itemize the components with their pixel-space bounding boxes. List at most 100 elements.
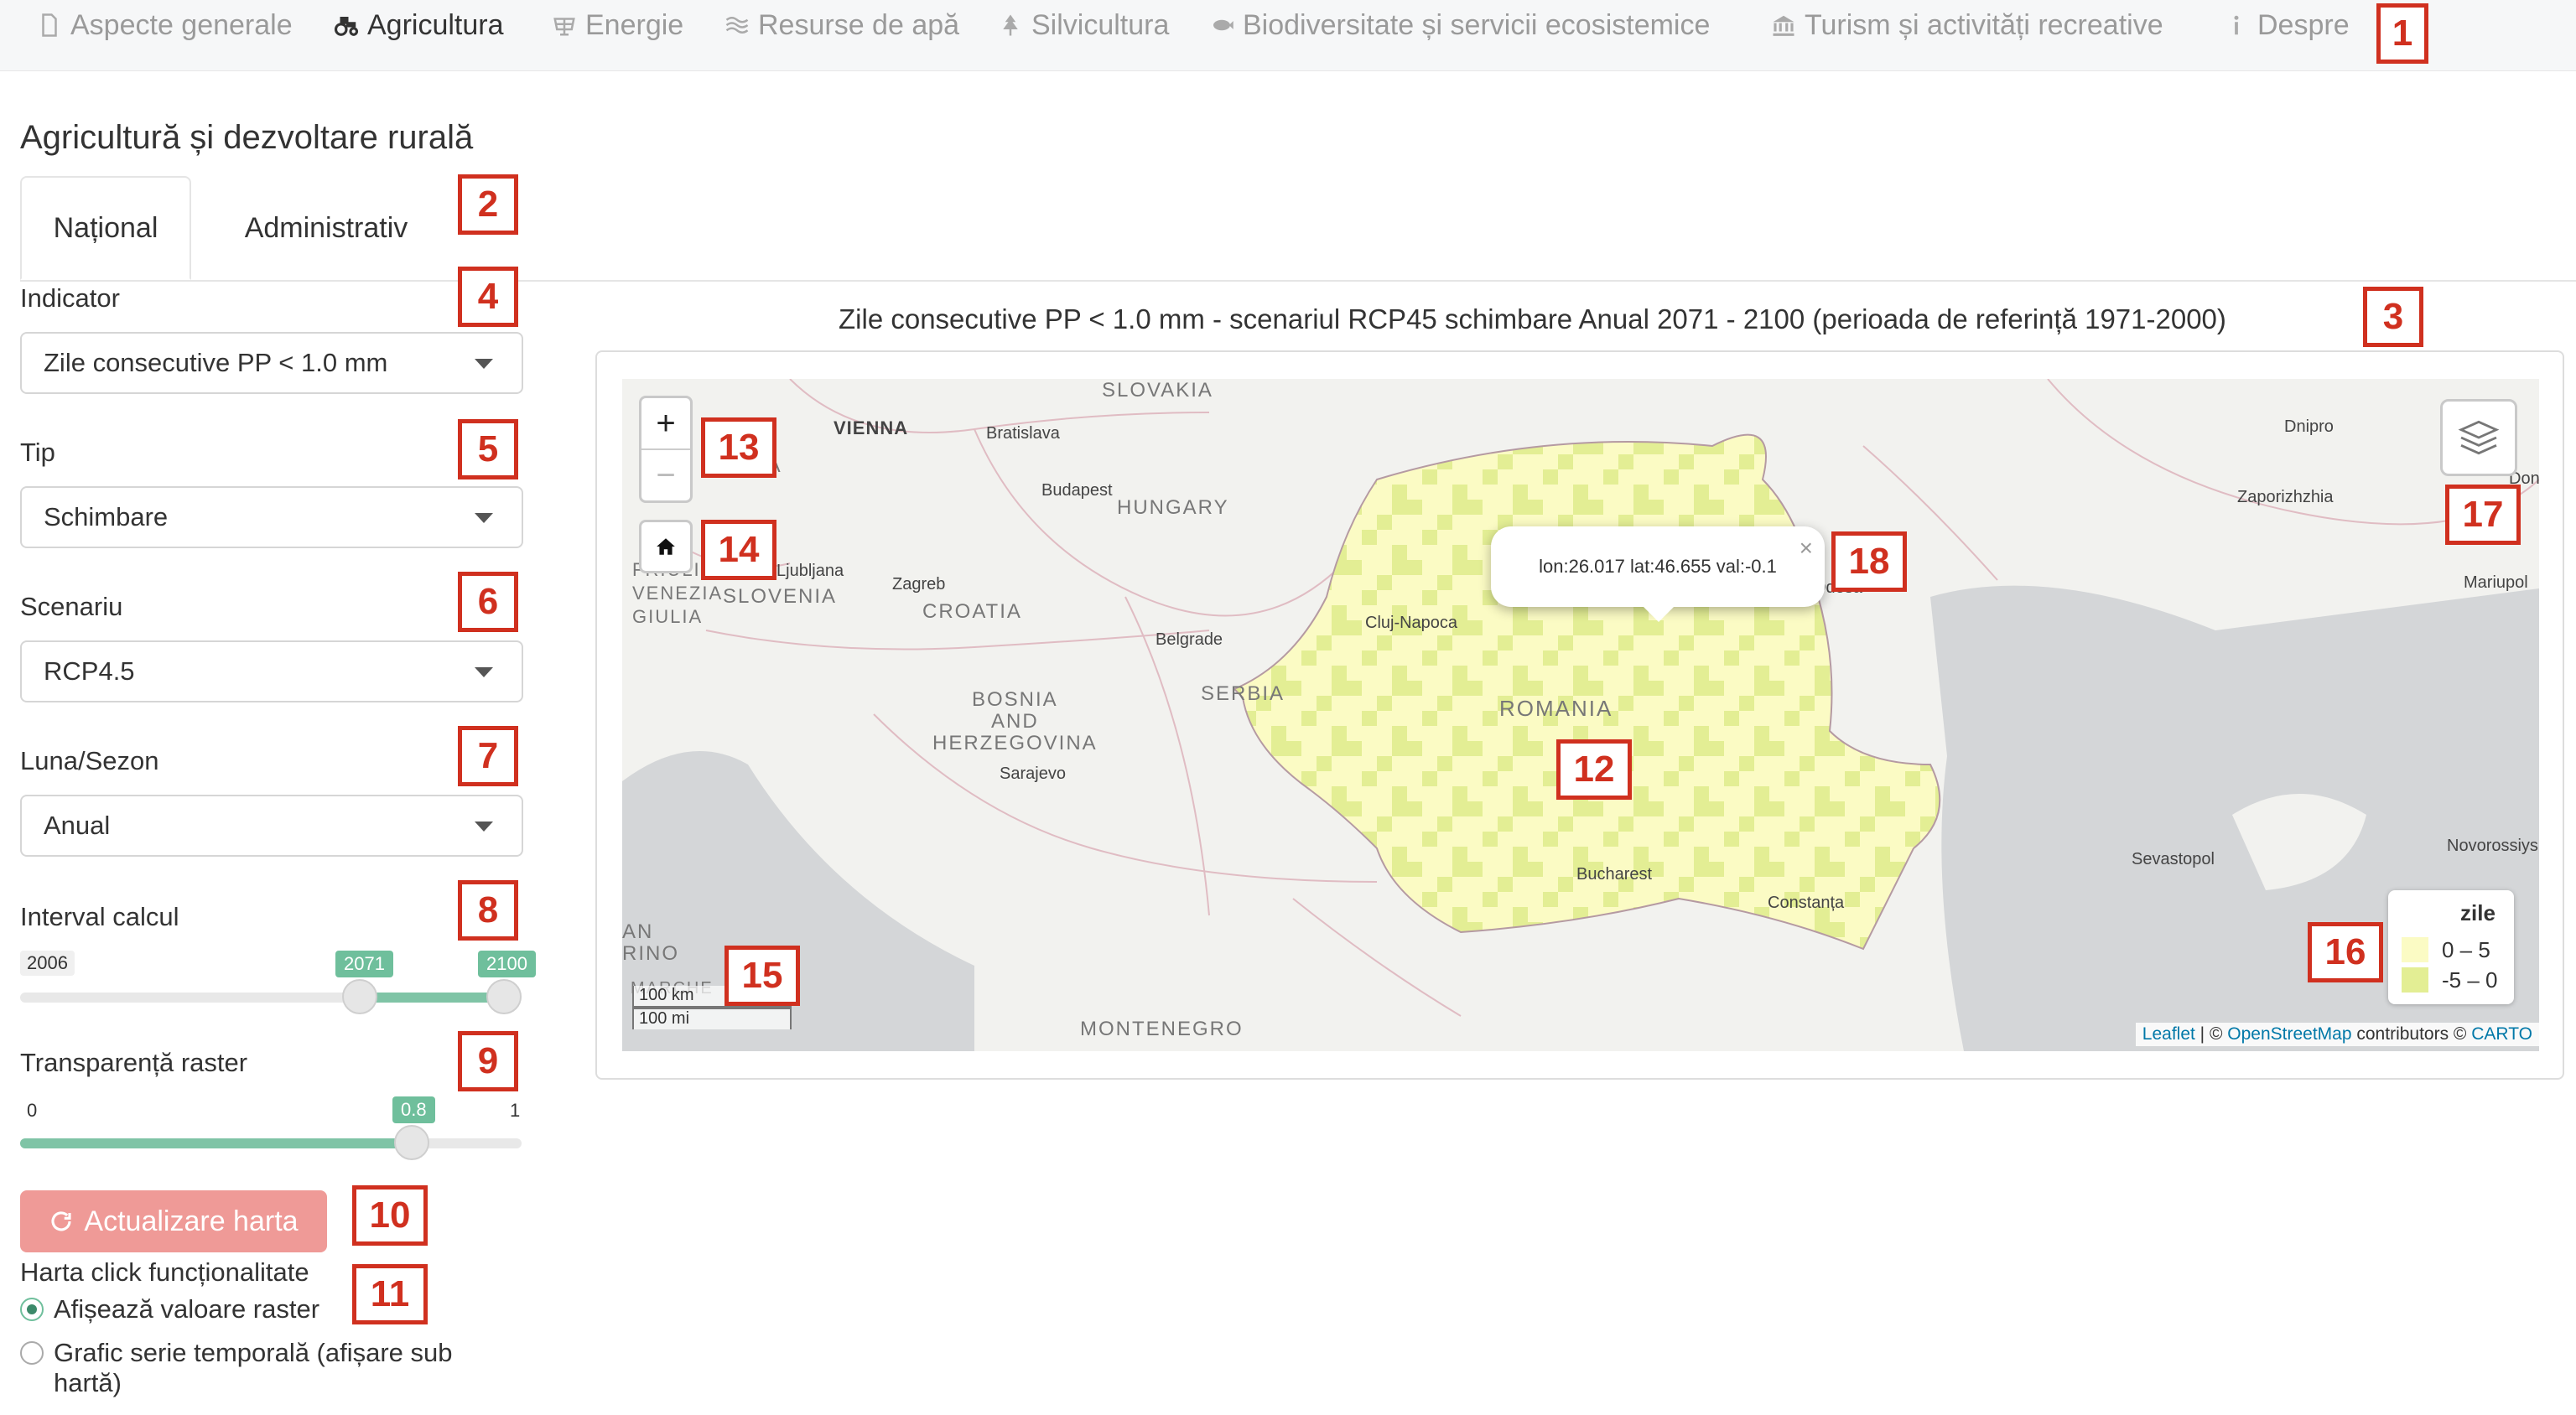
map-label-an: AN — [622, 920, 654, 943]
tab-administrativ[interactable]: Administrativ — [196, 176, 456, 280]
map-label-belgrade: Belgrade — [1156, 630, 1223, 649]
map-label-bratislava: Bratislava — [986, 424, 1060, 443]
layers-button[interactable] — [2440, 399, 2517, 476]
annotation-4: 4 — [458, 267, 518, 327]
chevron-down-icon — [475, 513, 493, 523]
transparenta-min-label: 0 — [27, 1100, 38, 1121]
scale-mi: 100 mi — [632, 1008, 792, 1029]
map-label-cluj: Cluj-Napoca — [1365, 614, 1458, 632]
home-button[interactable] — [639, 520, 693, 573]
map-canvas[interactable]: SLOVAKIA VIENNA Bratislava Budapest HUNG… — [622, 379, 2539, 1051]
annotation-6: 6 — [458, 572, 518, 632]
nav-aspecte-generale[interactable]: Aspecte generale — [37, 5, 293, 45]
nav-turism[interactable]: Turism și activități recreative — [1771, 5, 2163, 45]
scenariu-label: Scenariu — [20, 592, 123, 621]
map-title: Zile consecutive PP < 1.0 mm - scenariul… — [839, 303, 2226, 334]
indicator-label: Indicator — [20, 283, 120, 313]
map-attribution: Leaflet | © OpenStreetMap contributors ©… — [2135, 1023, 2539, 1046]
nav-silvicultura[interactable]: Silvicultura — [998, 5, 1169, 45]
map-label-bucharest: Bucharest — [1576, 865, 1653, 884]
annotation-1: 1 — [2376, 3, 2428, 64]
map-label-ljubljana: Ljubljana — [776, 562, 844, 580]
scenariu-select[interactable]: RCP4.5 — [20, 640, 523, 702]
nav-biodiversitate[interactable]: Biodiversitate și servicii ecosistemice — [1209, 5, 1710, 45]
interval-slider-range — [361, 993, 505, 1003]
radio-time-series[interactable]: Grafic serie temporală (afișare sub hart… — [20, 1338, 490, 1398]
legend-label-0: 0 – 5 — [2442, 937, 2490, 962]
transparenta-max-label: 1 — [510, 1100, 521, 1121]
radio-show-raster-value[interactable]: Afișează valoare raster — [20, 1294, 319, 1324]
annotation-17: 17 — [2445, 485, 2521, 545]
map-label-vienna: VIENNA — [834, 417, 909, 438]
transparenta-handle[interactable] — [394, 1125, 429, 1160]
tree-icon — [1003, 14, 1018, 36]
map-label-mariupol: Mariupol — [2464, 573, 2528, 592]
map-label-novorossiysk: Novorossiys — [2447, 837, 2538, 855]
transparenta-value-label: 0.8 — [392, 1096, 435, 1123]
tab-national[interactable]: Național — [20, 176, 191, 280]
map-label-sarajevo: Sarajevo — [1000, 765, 1066, 783]
map-label-romania: ROMANIA — [1499, 696, 1613, 721]
transparenta-label: Transparență raster — [20, 1048, 248, 1077]
annotation-12: 12 — [1556, 739, 1632, 800]
map-label-serbia: SERBIA — [1201, 682, 1285, 705]
map-label-hungary: HUNGARY — [1117, 496, 1229, 519]
annotation-14: 14 — [701, 520, 776, 580]
interval-min-label: 2006 — [20, 951, 75, 976]
annotation-13: 13 — [701, 417, 776, 478]
home-icon — [657, 538, 675, 555]
landmark-icon — [1773, 15, 1794, 36]
annotation-2: 2 — [458, 174, 518, 235]
indicator-select[interactable]: Zile consecutive PP < 1.0 mm — [20, 332, 523, 394]
interval-from-handle[interactable] — [342, 979, 377, 1014]
map-label-constanta: Constanța — [1768, 894, 1845, 912]
legend-title: zile — [2460, 900, 2496, 925]
legend-swatch-0 — [2402, 937, 2428, 962]
annotation-7: 7 — [458, 726, 518, 786]
interval-to-handle[interactable] — [486, 979, 522, 1014]
map-label-dnipro: Dnipro — [2284, 417, 2334, 436]
raster-value-popup: lon:26.017 lat:46.655 val:-0.1 × — [1491, 526, 1825, 622]
map-label-budapest: Budapest — [1041, 481, 1113, 500]
annotation-8: 8 — [458, 880, 518, 941]
update-map-button[interactable]: Actualizare harta — [20, 1190, 327, 1252]
info-icon — [2234, 15, 2239, 35]
file-icon — [42, 13, 57, 37]
annotation-16: 16 — [2308, 922, 2383, 982]
zoom-in-button[interactable]: + — [641, 398, 690, 450]
annotation-18: 18 — [1831, 531, 1907, 592]
nav-resurse-apa[interactable]: Resurse de apă — [724, 5, 959, 45]
page-title: Agricultură și dezvoltare rurală — [20, 119, 474, 156]
nav-despre[interactable]: Despre — [2224, 5, 2350, 45]
close-icon[interactable]: × — [1800, 535, 1813, 562]
transparenta-slider-fill — [20, 1138, 413, 1148]
tractor-icon — [334, 17, 359, 36]
radio-button[interactable] — [20, 1341, 44, 1365]
top-navbar: Aspecte generale Agricultura Energie Res… — [0, 0, 2576, 71]
annotation-3: 3 — [2363, 287, 2423, 347]
map-label-sevastopol: Sevastopol — [2132, 850, 2215, 868]
annotation-10: 10 — [352, 1185, 428, 1246]
interval-label: Interval calcul — [20, 902, 179, 931]
map-label-croatia: CROATIA — [922, 600, 1022, 623]
map-label-slovenia: SLOVENIA — [723, 585, 838, 608]
nav-agricultura[interactable]: Agricultura — [334, 5, 504, 45]
nav-energie[interactable]: Energie — [552, 5, 683, 45]
interval-from-label: 2071 — [335, 951, 393, 977]
map-label-bosnia: BOSNIA AND HERZEGOVINA — [932, 688, 1098, 754]
annotation-11: 11 — [352, 1264, 428, 1324]
tab-bar: Național Administrativ — [20, 176, 2576, 282]
layers-icon — [2458, 420, 2500, 455]
map-label-slovakia: SLOVAKIA — [1102, 379, 1213, 402]
tip-label: Tip — [20, 438, 55, 467]
map-legend: zile 0 – 5 -5 – 0 — [2388, 890, 2514, 1004]
leaflet-link[interactable]: Leaflet — [2142, 1024, 2195, 1044]
carto-link[interactable]: CARTO — [2471, 1024, 2532, 1044]
tip-select[interactable]: Schimbare — [20, 486, 523, 548]
chevron-down-icon — [475, 359, 493, 369]
radio-button-checked[interactable] — [20, 1298, 44, 1321]
zoom-out-button[interactable]: − — [641, 450, 690, 500]
luna-sezon-select[interactable]: Anual — [20, 795, 523, 857]
osm-link[interactable]: OpenStreetMap — [2227, 1024, 2351, 1044]
click-mode-label: Harta click funcționalitate — [20, 1257, 309, 1287]
